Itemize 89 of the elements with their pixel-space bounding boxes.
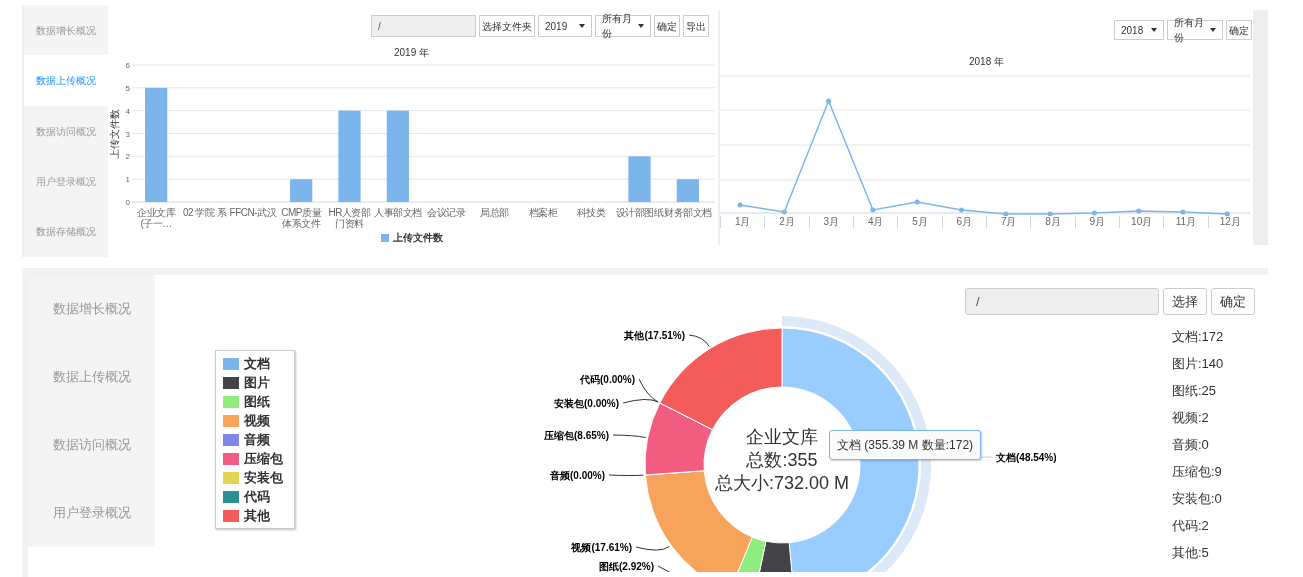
caret-icon <box>1151 28 1157 32</box>
count-label: 压缩包:9 <box>1172 463 1223 481</box>
y-axis-label: 上传文件数 <box>109 108 120 159</box>
month-label: 1月 <box>734 216 751 228</box>
slice-label: 安装包(0.00%) <box>554 398 619 409</box>
slice-label: 图纸(2.92%) <box>599 561 654 572</box>
y-tick-label: 4 <box>125 106 130 116</box>
count-label: 文档:172 <box>1172 328 1224 346</box>
count-label: 代码:2 <box>1172 517 1210 535</box>
month-label: 11月 <box>1175 216 1197 228</box>
category-label: 档案柜 <box>528 207 558 220</box>
month-label: 8月 <box>1045 216 1061 228</box>
category-label: 人事部文档 <box>374 207 422 220</box>
legend-swatch-icon <box>380 234 389 242</box>
center-text: 总大小:732.00 M <box>714 473 850 493</box>
chart-title: 2019 年 <box>394 47 429 59</box>
month-label: 6月 <box>956 216 973 228</box>
legend-label: 代码 <box>244 489 270 504</box>
select-button[interactable]: 选择 <box>1163 288 1207 315</box>
month-label: 10月 <box>1131 216 1153 228</box>
slice-label: 文档(48.54%) <box>996 452 1057 463</box>
dropdown[interactable]: 所有月份 <box>595 15 651 37</box>
count-label: 音频:0 <box>1172 436 1210 454</box>
month-label: 9月 <box>1089 216 1106 228</box>
path-field[interactable]: / <box>371 15 476 37</box>
y-tick-label: 0 <box>125 198 130 207</box>
slice-label: 代码(0.00%) <box>580 374 635 385</box>
legend-label: 图纸 <box>244 394 270 409</box>
leader-line <box>608 474 644 477</box>
slice-label: 其他(17.51%) <box>624 330 685 341</box>
dropdown[interactable]: 所有月份 <box>1167 20 1223 40</box>
dropdown[interactable]: 2019 <box>538 15 592 37</box>
caret-icon <box>579 24 585 28</box>
category-label: HR人资部门资料 <box>327 207 372 229</box>
confirm-button[interactable]: 确定 <box>1226 20 1252 40</box>
slice-label: 视频(17.61%) <box>571 542 632 553</box>
y-tick-label: 1 <box>125 175 130 185</box>
category-label: 科技类 <box>576 207 606 220</box>
leader-line <box>635 545 670 551</box>
center-text: 总数:355 <box>746 450 818 470</box>
bar <box>290 179 313 202</box>
choose-folder-button[interactable]: 选择文件夹 <box>479 15 535 37</box>
center-text: 企业文库 <box>746 427 818 447</box>
legend-label: 音频 <box>244 432 270 447</box>
y-tick-label: 6 <box>125 61 130 70</box>
y-tick-label: 3 <box>125 129 130 139</box>
legend-label: 上传文件数 <box>392 232 443 244</box>
count-label: 安装包:0 <box>1172 490 1223 508</box>
count-label: 图纸:25 <box>1172 382 1218 400</box>
month-label: 3月 <box>823 216 840 228</box>
legend-label: 图片 <box>244 375 270 390</box>
caret-icon <box>638 24 644 28</box>
category-label: 财务部文档 <box>664 207 712 220</box>
bar <box>676 179 699 202</box>
export-button[interactable]: 导出 <box>683 15 709 37</box>
month-label: 4月 <box>867 216 884 228</box>
dropdown[interactable]: 2018 <box>1114 20 1164 40</box>
month-label: 12月 <box>1219 216 1241 228</box>
category-label: 设计部图纸 <box>615 207 664 220</box>
count-label: 图片:140 <box>1172 355 1224 373</box>
month-label: 2月 <box>779 216 795 228</box>
y-tick-label: 2 <box>125 152 130 162</box>
category-label: CMP质量体系文件 <box>280 207 323 229</box>
leader-line <box>688 334 710 347</box>
legend-label: 视频 <box>244 413 270 428</box>
category-label: FFCN-武汉 <box>229 207 277 220</box>
slice-label: 音频(0.00%) <box>550 470 605 481</box>
caret-icon <box>1210 28 1216 32</box>
confirm-button[interactable]: 确定 <box>1211 288 1255 315</box>
bar <box>628 156 651 202</box>
tooltip: 文档 (355.39 M 数量:172) <box>829 430 982 460</box>
confirm-button[interactable]: 确定 <box>654 15 680 37</box>
slice-label: 压缩包(8.65%) <box>544 430 609 441</box>
category-label: 局总部 <box>480 207 509 220</box>
y-tick-label: 5 <box>125 83 130 93</box>
legend-label: 其他 <box>244 508 270 523</box>
legend-label: 安装包 <box>244 470 283 485</box>
legend-label: 压缩包 <box>244 451 283 466</box>
month-label: 7月 <box>1000 216 1017 228</box>
path-field[interactable]: / <box>965 288 1159 315</box>
category-label: 会议记录 <box>427 207 466 220</box>
chart-title: 2018 年 <box>969 56 1004 68</box>
leader-line <box>612 434 647 439</box>
count-label: 其他:5 <box>1172 544 1210 562</box>
legend-label: 文档 <box>244 356 270 371</box>
category-label: 企业文库(子一… <box>136 207 177 229</box>
month-label: 5月 <box>912 216 928 228</box>
category-label: 02 学院 系 <box>182 207 227 220</box>
count-label: 视频:2 <box>1172 409 1210 427</box>
